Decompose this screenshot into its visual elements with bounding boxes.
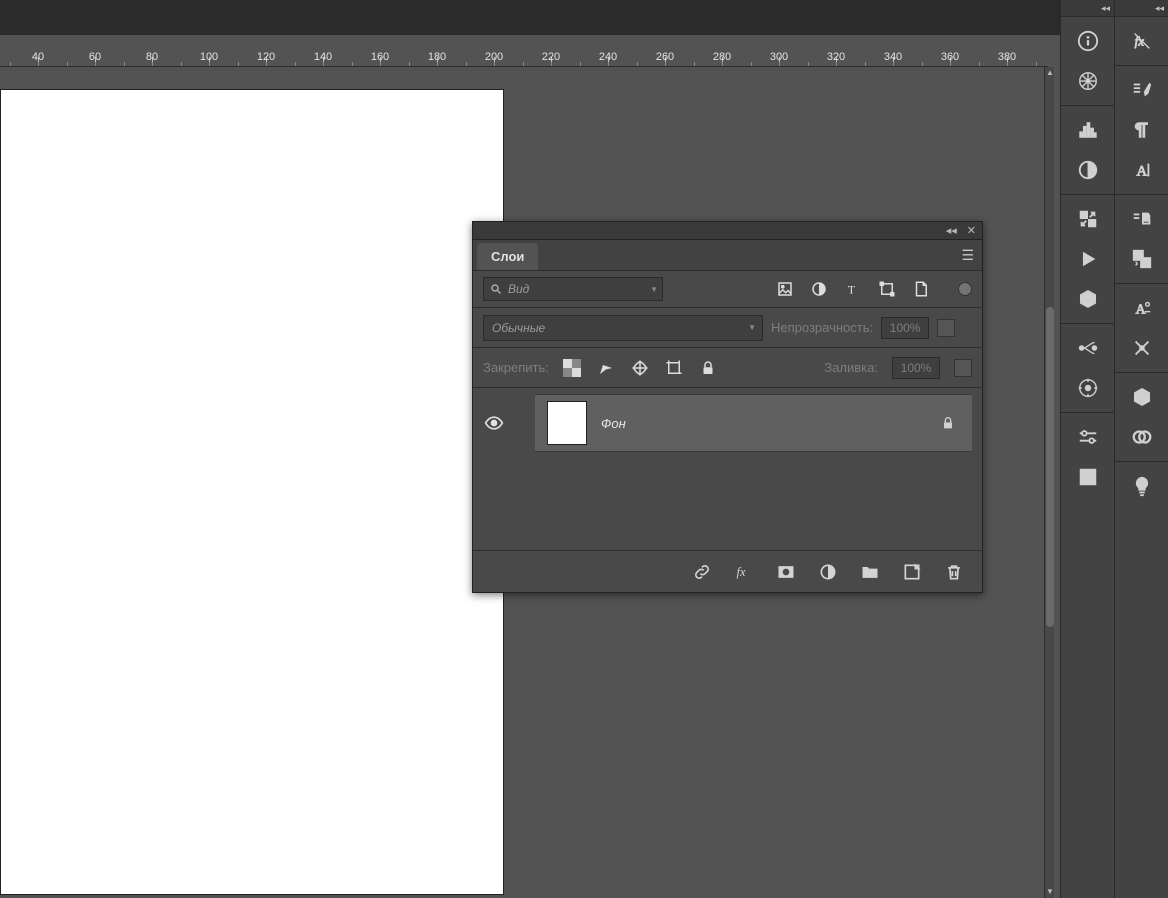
layers-tab[interactable]: Слои xyxy=(477,243,538,270)
layer-row[interactable]: Фон xyxy=(535,394,972,452)
collapse-column-1[interactable]: ◂◂ xyxy=(1061,0,1114,16)
opacity-dropdown-button[interactable] xyxy=(937,319,955,337)
vertical-scrollbar[interactable]: ▲ ▼ xyxy=(1044,67,1054,898)
layer-mask-icon[interactable] xyxy=(776,562,796,582)
brushes-panel-icon[interactable] xyxy=(1115,70,1168,110)
new-group-icon[interactable] xyxy=(860,562,880,582)
info-panel-icon[interactable] xyxy=(1061,21,1115,61)
horizontal-ruler: 4060801001201401601802002202402602803003… xyxy=(0,35,1048,67)
sliders-panel-icon[interactable] xyxy=(1061,417,1115,457)
lock-pixels-icon[interactable] xyxy=(597,359,615,377)
scroll-thumb[interactable] xyxy=(1046,307,1054,627)
filter-type-icon[interactable]: T xyxy=(844,280,862,298)
svg-text:T: T xyxy=(848,283,856,297)
blend-mode-row: Обычные ▼ Непрозрачность: 100% xyxy=(473,308,982,348)
panel-close-icon[interactable]: ✕ xyxy=(967,224,976,237)
filter-shape-icon[interactable] xyxy=(878,280,896,298)
layers-panel[interactable]: ◂◂ ✕ Слои ☰ Вид ▼ T xyxy=(472,221,983,593)
opacity-value-field[interactable]: 100% xyxy=(881,317,929,339)
grid-panel-icon[interactable] xyxy=(1061,457,1115,497)
layer-thumbnail[interactable] xyxy=(547,401,587,445)
lock-artboard-icon[interactable] xyxy=(665,359,683,377)
layer-style-icon[interactable]: fx xyxy=(734,562,754,582)
svg-text:fx: fx xyxy=(737,565,746,579)
filter-pixel-icon[interactable] xyxy=(776,280,794,298)
document-canvas[interactable] xyxy=(0,89,504,895)
camera-raw-icon[interactable] xyxy=(1061,368,1115,408)
panel-tab-bar: Слои ☰ xyxy=(473,240,982,270)
layer-name-label[interactable]: Фон xyxy=(601,416,926,431)
right-panel-dock: ◂◂ xyxy=(1060,0,1168,898)
3d-cube-icon[interactable] xyxy=(1115,377,1168,417)
panel-column-1: ◂◂ xyxy=(1060,0,1114,898)
adjustment-layer-icon[interactable] xyxy=(818,562,838,582)
panel-titlebar[interactable]: ◂◂ ✕ xyxy=(473,222,982,240)
character-panel-icon[interactable]: A xyxy=(1115,150,1168,190)
new-layer-icon[interactable] xyxy=(902,562,922,582)
link-layers-icon[interactable] xyxy=(692,562,712,582)
panel-column-2: ◂◂ fx A A xyxy=(1114,0,1168,898)
arrange-panel-icon[interactable] xyxy=(1061,199,1115,239)
layer-locked-icon[interactable] xyxy=(940,415,956,431)
paragraph-panel-icon[interactable] xyxy=(1115,110,1168,150)
lock-row: Закрепить: Заливка: 100% xyxy=(473,348,982,388)
svg-text:A: A xyxy=(1136,302,1146,317)
filter-adjustment-icon[interactable] xyxy=(810,280,828,298)
fill-dropdown-button[interactable] xyxy=(954,359,972,377)
adjustments-panel-icon[interactable] xyxy=(1061,150,1115,190)
lock-position-icon[interactable] xyxy=(631,359,649,377)
creative-cloud-icon[interactable] xyxy=(1115,417,1168,457)
dropdown-caret-icon: ▼ xyxy=(650,285,658,294)
opacity-label: Непрозрачность: xyxy=(771,320,873,335)
layer-visibility-toggle[interactable] xyxy=(481,394,507,452)
3d-panel-icon[interactable] xyxy=(1061,279,1115,319)
tools-preset-icon[interactable] xyxy=(1115,328,1168,368)
fill-label: Заливка: xyxy=(824,360,878,375)
filter-kind-dropdown[interactable]: Вид ▼ xyxy=(483,277,663,301)
scroll-down-arrow[interactable]: ▼ xyxy=(1045,886,1055,898)
blend-mode-value: Обычные xyxy=(492,321,545,335)
layers-list[interactable]: Фон xyxy=(473,388,982,550)
panel-collapse-icon[interactable]: ◂◂ xyxy=(946,224,957,237)
blend-mode-dropdown[interactable]: Обычные ▼ xyxy=(483,315,763,341)
clone-source-icon[interactable] xyxy=(1115,199,1168,239)
collapse-column-2[interactable]: ◂◂ xyxy=(1115,0,1168,16)
filter-toggle-switch[interactable] xyxy=(958,282,972,296)
delete-layer-icon[interactable] xyxy=(944,562,964,582)
paths-panel-icon[interactable] xyxy=(1061,328,1115,368)
lock-all-icon[interactable] xyxy=(699,359,717,377)
lock-transparency-icon[interactable] xyxy=(563,359,581,377)
top-dark-strip xyxy=(0,0,1168,35)
svg-text:A: A xyxy=(1137,164,1148,180)
layer-filter-row: Вид ▼ T xyxy=(473,270,982,308)
actions-panel-icon[interactable] xyxy=(1061,239,1115,279)
tips-panel-icon[interactable] xyxy=(1115,466,1168,506)
filter-smart-icon[interactable] xyxy=(912,280,930,298)
glyphs-panel-icon[interactable]: A xyxy=(1115,288,1168,328)
styles-panel-icon[interactable]: fx xyxy=(1115,21,1168,61)
layer-comps-icon[interactable] xyxy=(1115,239,1168,279)
layers-footer: fx xyxy=(473,550,982,592)
panel-menu-icon[interactable]: ☰ xyxy=(961,247,974,264)
search-icon xyxy=(490,283,502,295)
dropdown-caret-icon: ▼ xyxy=(748,323,756,332)
navigator-panel-icon[interactable] xyxy=(1061,61,1115,101)
lock-label: Закрепить: xyxy=(483,360,549,375)
scroll-up-arrow[interactable]: ▲ xyxy=(1045,67,1055,79)
histogram-panel-icon[interactable] xyxy=(1061,110,1115,150)
filter-kind-label: Вид xyxy=(508,282,529,296)
fill-value-field[interactable]: 100% xyxy=(892,357,940,379)
